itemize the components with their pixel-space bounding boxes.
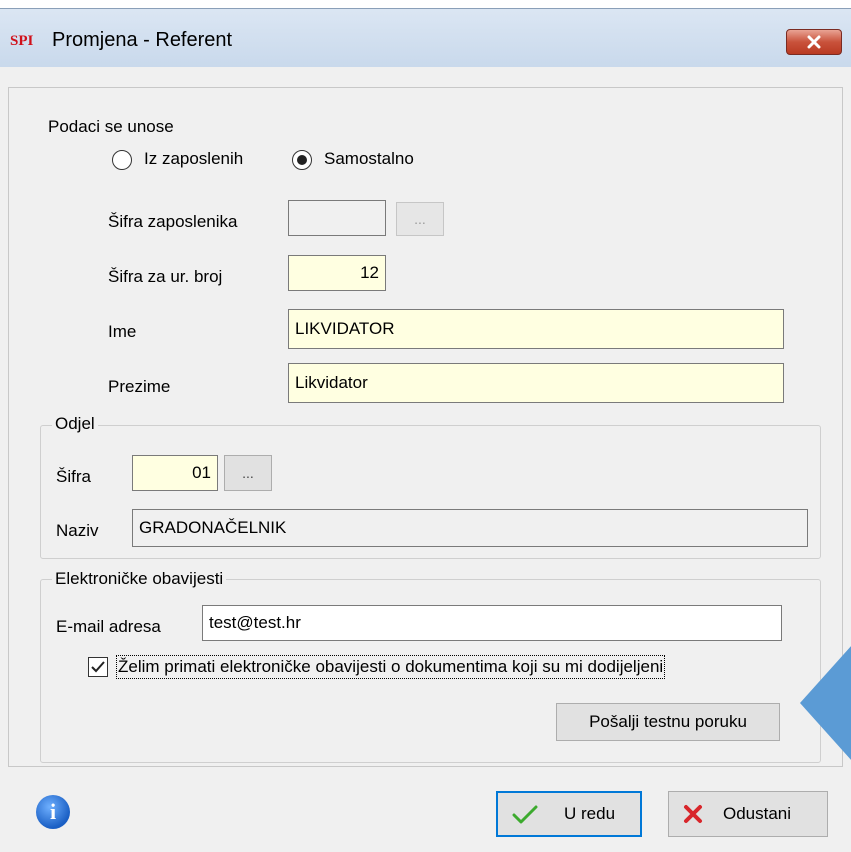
checkmark-icon xyxy=(512,805,538,824)
send-test-message-button[interactable]: Pošalji testnu poruku xyxy=(556,703,780,741)
department-browse-button[interactable]: ... xyxy=(224,455,272,491)
notifications-checkbox-label[interactable]: Želim primati elektroničke obavijesti o … xyxy=(115,655,666,679)
last-name-field[interactable]: Likvidator xyxy=(288,363,784,403)
first-name-field[interactable]: LIKVIDATOR xyxy=(288,309,784,349)
employee-browse-button[interactable]: ... xyxy=(396,202,444,236)
ok-button[interactable]: U redu xyxy=(496,791,642,837)
cancel-x-icon xyxy=(684,805,702,823)
cancel-label: Odustani xyxy=(723,804,792,823)
close-button[interactable] xyxy=(786,29,842,55)
close-icon xyxy=(807,35,821,49)
notifications-checkbox[interactable] xyxy=(88,657,108,677)
last-name-label: Prezime xyxy=(108,377,171,396)
employee-code-label: Šifra zaposlenika xyxy=(108,212,238,231)
checkmark-icon xyxy=(91,661,105,673)
entry-mode-label: Podaci se unose xyxy=(48,117,174,136)
info-glyph: i xyxy=(49,799,57,824)
info-icon[interactable]: i xyxy=(36,795,70,829)
dialog-window: SPI Promjena - Referent Podaci se unose … xyxy=(0,8,851,852)
department-name-field: GRADONAČELNIK xyxy=(132,509,808,547)
reg-code-field[interactable]: 12 xyxy=(288,255,386,291)
email-field[interactable]: test@test.hr xyxy=(202,605,782,641)
app-logo: SPI xyxy=(10,33,34,49)
radio-iz-zaposlenih-label[interactable]: Iz zaposlenih xyxy=(144,149,243,169)
radio-iz-zaposlenih[interactable] xyxy=(112,150,132,170)
ok-label: U redu xyxy=(564,804,616,823)
department-name-label: Naziv xyxy=(56,521,99,540)
window-title: Promjena - Referent xyxy=(52,29,233,51)
department-legend: Odjel xyxy=(52,414,98,434)
notifications-legend: Elektroničke obavijesti xyxy=(52,569,227,589)
cancel-button[interactable]: Odustani xyxy=(668,791,828,837)
department-code-label: Šifra xyxy=(56,467,91,486)
department-code-field[interactable]: 01 xyxy=(132,455,218,491)
email-label: E-mail adresa xyxy=(56,617,161,636)
title-bar[interactable]: SPI Promjena - Referent xyxy=(0,9,851,67)
first-name-label: Ime xyxy=(108,322,137,341)
annotation-arrow-icon xyxy=(800,645,851,761)
radio-samostalno-label[interactable]: Samostalno xyxy=(324,149,414,169)
employee-code-field[interactable] xyxy=(288,200,386,236)
reg-code-label: Šifra za ur. broj xyxy=(108,267,223,286)
radio-samostalno[interactable] xyxy=(292,150,312,170)
